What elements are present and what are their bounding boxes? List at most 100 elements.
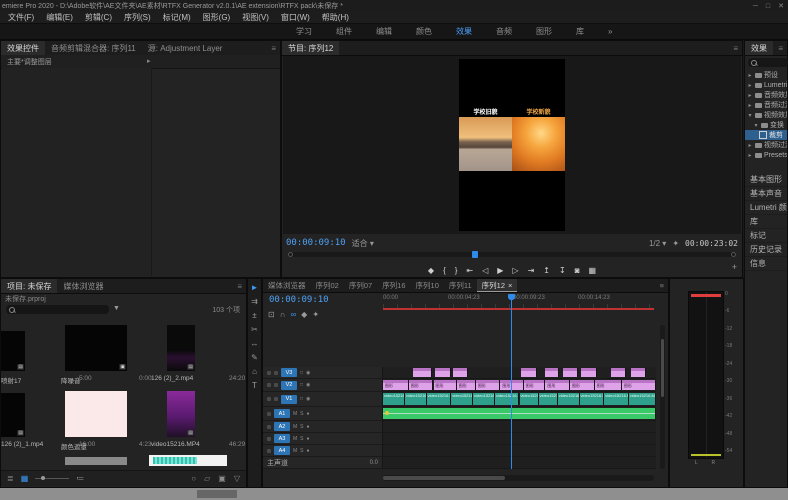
video-clip[interactable]: video15216.MP4 xyxy=(557,393,580,405)
toggle-m-icon[interactable]: M xyxy=(293,424,297,430)
project-item-name[interactable]: 126 (2)_2.mp4 xyxy=(151,375,193,382)
record-mic-icon[interactable]: ● xyxy=(307,448,310,454)
tab-panel[interactable]: 源: Adjustment Layer xyxy=(142,41,229,55)
record-mic-icon[interactable]: ● xyxy=(307,436,310,442)
graphics-clip[interactable] xyxy=(413,368,433,377)
track-output-eye-icon[interactable]: ◉ xyxy=(306,370,310,376)
nest-icon[interactable]: ⊡ xyxy=(268,310,275,319)
workspace-tab-图形[interactable]: 图形 xyxy=(524,24,564,39)
menu-item[interactable]: 标记(M) xyxy=(157,12,197,23)
video-clip[interactable]: video15216.MP4 xyxy=(604,393,629,405)
track-lock-icon[interactable] xyxy=(267,411,271,416)
window-control-icon[interactable]: ─ xyxy=(753,3,758,10)
menu-item[interactable]: 帮助(H) xyxy=(316,12,355,23)
project-item-thumbnail[interactable] xyxy=(149,455,227,466)
button-editor-icon[interactable]: + xyxy=(732,262,737,272)
menu-item[interactable]: 图形(G) xyxy=(197,12,237,23)
tab-序列02[interactable]: 序列02 xyxy=(311,279,344,292)
chevron-right-icon[interactable]: ▸ xyxy=(747,92,753,99)
fit-dropdown[interactable]: 适合 ▾ xyxy=(352,238,374,249)
sync-lock-icon[interactable]: □ xyxy=(300,382,303,388)
extract-icon[interactable]: ↧ xyxy=(559,266,566,275)
track-output-eye-icon[interactable]: ◉ xyxy=(306,382,310,388)
project-item-thumbnail[interactable] xyxy=(65,457,127,465)
window-control-icon[interactable]: □ xyxy=(766,3,770,10)
add-marker-icon[interactable]: ◆ xyxy=(428,266,434,275)
new-item-icon[interactable]: ▣ xyxy=(218,474,226,483)
panel-menu-icon[interactable]: ≡ xyxy=(237,282,246,291)
comparison-view-icon[interactable]: ▦ xyxy=(589,266,597,275)
workspace-tab-学习[interactable]: 学习 xyxy=(284,24,324,39)
program-playhead[interactable] xyxy=(471,251,478,258)
slip-tool[interactable]: ↔ xyxy=(251,339,259,348)
tab-序列10[interactable]: 序列10 xyxy=(411,279,444,292)
mark-out-icon[interactable]: } xyxy=(455,266,458,275)
graphics-clip[interactable]: 图形 xyxy=(594,380,622,390)
effects-tree-item[interactable]: ▸ 音频效果 xyxy=(745,90,787,100)
toggle-s-icon[interactable]: S xyxy=(300,448,303,454)
play-icon[interactable]: ▶ xyxy=(497,266,503,275)
sync-lock-icon[interactable]: □ xyxy=(300,396,303,402)
track-lane-V3[interactable] xyxy=(383,367,656,379)
type-tool[interactable]: T xyxy=(252,381,257,390)
track-name[interactable]: A4 xyxy=(274,446,290,455)
program-timecode[interactable]: 00:00:09:10 xyxy=(286,238,346,248)
tab-库[interactable]: 库 xyxy=(745,215,787,229)
selection-tool[interactable]: ► xyxy=(251,283,259,292)
menu-item[interactable]: 序列(S) xyxy=(118,12,157,23)
tab-信息[interactable]: 信息 xyxy=(745,257,787,271)
graphics-clip[interactable] xyxy=(631,368,647,377)
track-lane-V2[interactable]: 图形 图形 图形 图形 图形 图形 图形 图形 图形 图形 图形 xyxy=(383,379,656,392)
video-clip[interactable]: video15216.MP4 xyxy=(383,393,405,405)
effects-tree-item[interactable]: ▾ 变换 xyxy=(745,120,787,130)
step-forward-icon[interactable]: ▷ xyxy=(512,266,518,275)
mark-in-icon[interactable]: { xyxy=(443,266,446,275)
project-search-box[interactable] xyxy=(6,305,109,314)
chevron-right-icon[interactable]: ▸ xyxy=(747,142,753,149)
video-clip[interactable]: video15216.MP4 xyxy=(519,393,539,405)
snap-icon[interactable]: ∩ xyxy=(280,310,286,319)
scrollbar-thumb[interactable] xyxy=(661,339,664,397)
volume-line[interactable] xyxy=(383,412,655,414)
track-lane-A1[interactable] xyxy=(383,407,656,421)
project-item-thumbnail[interactable]: ▤ xyxy=(1,331,25,371)
project-item-thumbnail[interactable]: ▤ xyxy=(167,325,195,371)
add-marker-icon[interactable]: ◆ xyxy=(301,310,307,319)
track-lane-A3[interactable] xyxy=(383,433,656,445)
video-clip[interactable]: video15216.MP4 xyxy=(628,393,656,405)
graphics-clip[interactable] xyxy=(610,368,626,377)
panel-menu-icon[interactable]: ≡ xyxy=(660,281,668,290)
menu-item[interactable]: 剪辑(C) xyxy=(79,12,118,23)
graphics-clip[interactable] xyxy=(563,368,579,377)
panel-menu-icon[interactable]: ≡ xyxy=(778,44,787,53)
effects-tree-item[interactable]: ▸ Presets xyxy=(745,150,787,160)
track-lane-A4[interactable] xyxy=(383,445,656,457)
clear-icon[interactable]: ▽ xyxy=(234,474,240,483)
new-bin-icon[interactable]: ▱ xyxy=(204,474,210,483)
go-to-in-icon[interactable]: ⇤ xyxy=(466,266,473,275)
toggle-m-icon[interactable]: M xyxy=(293,436,297,442)
chevron-down-icon[interactable]: ▾ xyxy=(753,122,759,129)
panel-menu-icon[interactable]: ≡ xyxy=(733,44,742,53)
project-item-thumbnail[interactable]: ▤ xyxy=(1,393,25,437)
graphics-clip[interactable]: 图形 xyxy=(433,380,457,390)
workspace-tab-效果[interactable]: 效果 xyxy=(444,24,484,39)
tab-effects[interactable]: 效果 xyxy=(745,41,773,55)
source-assign-icon[interactable] xyxy=(274,397,278,401)
settings-wrench-icon[interactable]: ✦ xyxy=(672,239,679,248)
timeline-timecode[interactable]: 00:00:09:10 xyxy=(269,295,329,305)
track-name[interactable]: A3 xyxy=(274,434,290,443)
panel-divider[interactable] xyxy=(151,68,152,276)
scale-dropdown[interactable]: 1/2 ▾ xyxy=(649,239,666,248)
tab-媒体浏览器[interactable]: 媒体浏览器 xyxy=(263,279,311,292)
tab-序列11[interactable]: 序列11 xyxy=(444,279,477,292)
effects-tree-item[interactable]: ▸ Lumetri 预设 xyxy=(745,80,787,90)
tab-基本声音[interactable]: 基本声音 xyxy=(745,187,787,201)
expander-icon[interactable]: ▸ xyxy=(147,57,151,65)
track-lock-icon[interactable] xyxy=(267,383,271,387)
video-clip[interactable]: video15216.MP4 xyxy=(494,393,520,405)
video-clip[interactable]: video15216.MP4 xyxy=(451,393,474,405)
find-icon[interactable]: ○ xyxy=(191,474,196,483)
panel-menu-icon[interactable]: ≡ xyxy=(271,44,280,53)
effects-tree-item[interactable]: ▸ 音频过渡 xyxy=(745,100,787,110)
